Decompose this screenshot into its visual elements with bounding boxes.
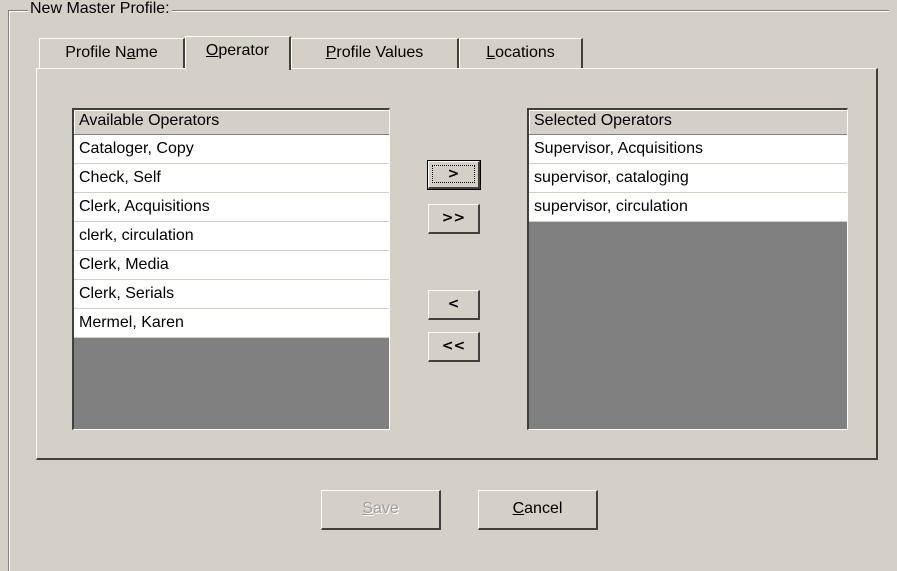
available-operator-row[interactable]: Mermel, Karen [74, 309, 389, 338]
remove-all-button[interactable]: << [428, 332, 480, 362]
available-operator-row[interactable]: Clerk, Media [74, 251, 389, 280]
remove-all-label: << [441, 338, 466, 354]
cancel-button[interactable]: Cancel [478, 490, 598, 530]
add-one-button[interactable]: > [427, 160, 481, 190]
selected-operator-row[interactable]: supervisor, cataloging [529, 164, 847, 193]
available-operator-row[interactable]: Check, Self [74, 164, 389, 193]
selected-operator-row[interactable]: supervisor, circulation [529, 193, 847, 222]
save-button[interactable]: Save [321, 490, 441, 530]
tab-profile-values[interactable]: Profile Values [291, 38, 459, 68]
available-operators-list[interactable]: Available Operators Cataloger, Copy Check… [72, 108, 390, 430]
available-operator-row[interactable]: Cataloger, Copy [74, 135, 389, 164]
available-operator-row[interactable]: Clerk, Serials [74, 280, 389, 309]
remove-one-label: < [447, 296, 460, 312]
tab-operator[interactable]: Operator [185, 36, 291, 70]
add-one-label: > [432, 165, 475, 183]
add-all-label: >> [441, 210, 466, 226]
selected-operators-list[interactable]: Selected Operators Supervisor, Acquisiti… [527, 108, 848, 430]
available-operator-row[interactable]: Clerk, Acquisitions [74, 193, 389, 222]
available-operators-header[interactable]: Available Operators [74, 110, 389, 135]
remove-one-button[interactable]: < [428, 290, 480, 320]
tab-profile-name[interactable]: Profile Name [39, 38, 185, 68]
available-operator-row[interactable]: clerk, circulation [74, 222, 389, 251]
save-label: Save [362, 500, 399, 517]
add-all-button[interactable]: >> [428, 204, 480, 234]
tab-locations[interactable]: Locations [459, 38, 583, 68]
selected-operator-row[interactable]: Supervisor, Acquisitions [529, 135, 847, 164]
selected-operators-header[interactable]: Selected Operators [529, 110, 847, 135]
group-title: New Master Profile: [28, 0, 172, 18]
cancel-label: Cancel [512, 500, 563, 517]
